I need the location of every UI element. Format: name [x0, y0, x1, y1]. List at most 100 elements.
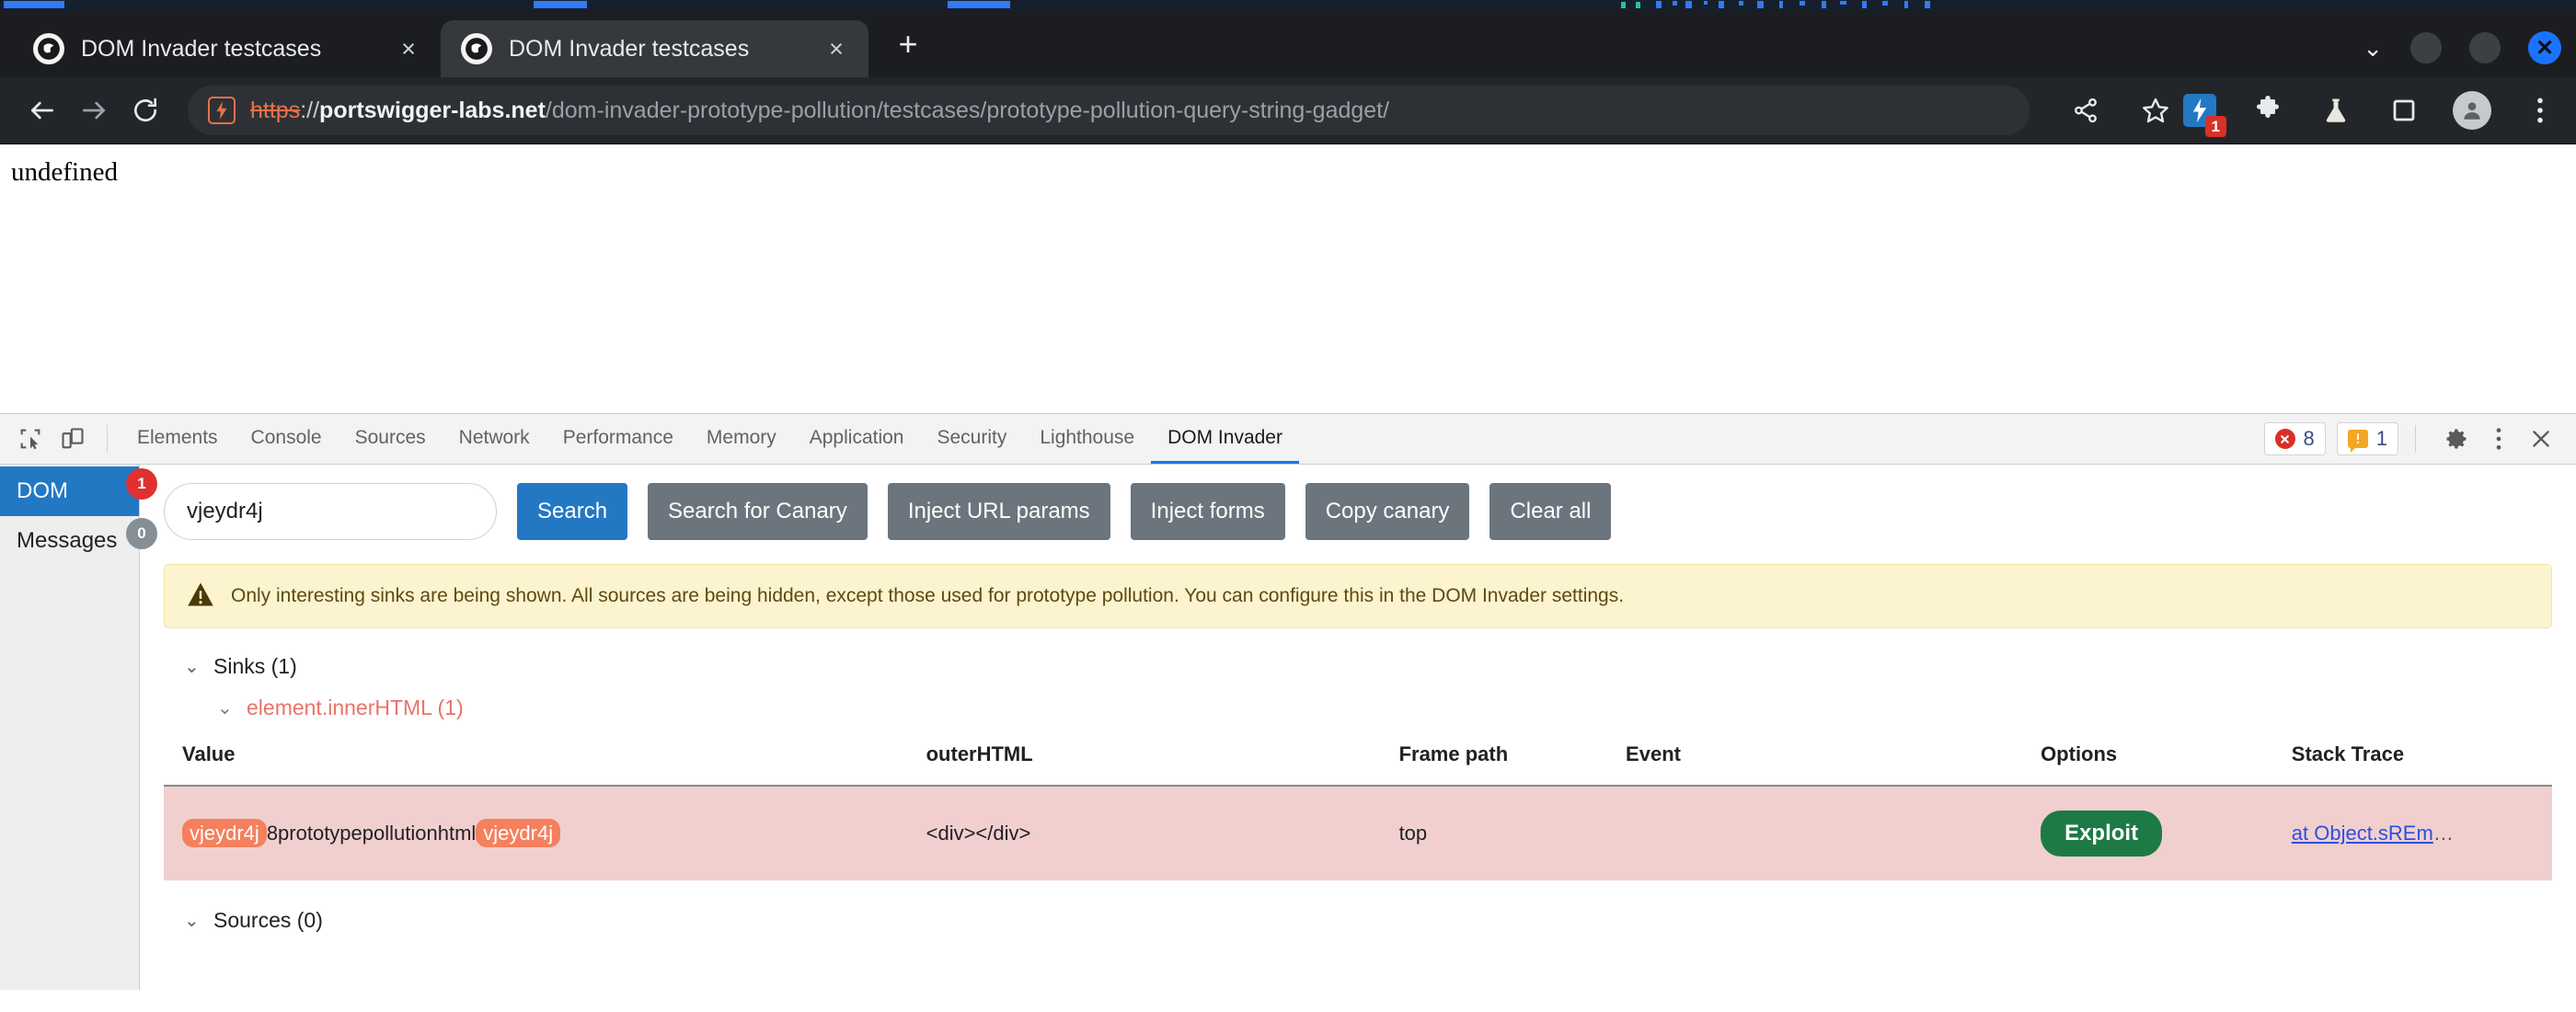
extensions-puzzle-icon[interactable] [2248, 91, 2287, 130]
page-viewport: undefined [0, 144, 2576, 413]
tab-elements[interactable]: Elements [121, 414, 235, 464]
chevron-down-icon[interactable]: ⌄ [184, 909, 201, 932]
tab-label: Console [250, 426, 322, 448]
inject-forms-button[interactable]: Inject forms [1130, 483, 1285, 540]
cell-frame-path: top [1398, 822, 1428, 845]
minimize-button[interactable] [2410, 32, 2442, 63]
warning-icon [2347, 430, 2368, 453]
sources-group-header[interactable]: ⌄ Sources (0) [164, 908, 2552, 933]
inject-url-params-button[interactable]: Inject URL params [887, 483, 1110, 540]
dom-invader-body: DOM 1 Messages 0 Search Search for Canar… [0, 465, 2576, 990]
warning-triangle-icon [187, 581, 214, 612]
tab-sources[interactable]: Sources [339, 414, 443, 464]
sidebar-item-dom[interactable]: DOM 1 [0, 466, 157, 516]
url-separator: :// [300, 97, 320, 123]
error-count: 8 [2303, 427, 2315, 450]
dom-invader-main: Search Search for Canary Inject URL para… [140, 465, 2576, 990]
exploit-button[interactable]: Exploit [2041, 811, 2163, 857]
browser-tab-2[interactable]: DOM Invader testcases × [441, 20, 868, 77]
column-header-value: Value [182, 742, 236, 765]
sink-group-label: element.innerHTML (1) [247, 696, 464, 719]
tab-label: Network [458, 426, 530, 448]
column-header-event: Event [1626, 742, 1681, 765]
sinks-group-header[interactable]: ⌄ Sinks (1) [164, 654, 2552, 679]
tab-application[interactable]: Application [793, 414, 921, 464]
share-icon[interactable] [2066, 91, 2105, 130]
burp-badge-count: 1 [2204, 115, 2226, 137]
sidebar-item-messages[interactable]: Messages 0 [0, 516, 157, 566]
tab-title: DOM Invader testcases [509, 35, 750, 62]
column-header-outerhtml: outerHTML [926, 742, 1033, 765]
tab-performance[interactable]: Performance [546, 414, 690, 464]
close-window-button[interactable]: ✕ [2528, 31, 2561, 64]
error-icon [2274, 429, 2295, 449]
tab-strip: DOM Invader testcases × DOM Invader test… [0, 11, 2576, 77]
canary-highlight: vjeydr4j [476, 819, 561, 847]
omnibox[interactable]: https://portswigger-labs.net/dom-invader… [188, 86, 2030, 135]
sources-group-label: Sources (0) [213, 908, 323, 932]
chevron-down-icon[interactable]: ⌄ [2363, 36, 2383, 60]
tab-memory[interactable]: Memory [690, 414, 793, 464]
browser-tab-1[interactable]: DOM Invader testcases × [13, 20, 441, 77]
tab-label: Application [809, 426, 904, 448]
tab-label: DOM Invader [1167, 426, 1282, 448]
tab-label: Lighthouse [1040, 426, 1135, 448]
table-header-row: Value outerHTML Frame path Event Options… [164, 742, 2552, 786]
tab-label: Memory [706, 426, 776, 448]
divider [2415, 425, 2416, 453]
close-icon[interactable]: × [821, 36, 852, 62]
chevron-down-icon[interactable]: ⌄ [184, 655, 201, 678]
side-panel-icon[interactable] [2385, 91, 2423, 130]
warning-count-badge[interactable]: 1 [2336, 422, 2398, 455]
browser-chrome: DOM Invader testcases × DOM Invader test… [0, 11, 2576, 144]
portswigger-icon [461, 33, 492, 64]
devtools-close-icon[interactable] [2523, 420, 2559, 457]
tab-title: DOM Invader testcases [81, 35, 322, 62]
canary-search-input[interactable] [164, 483, 497, 540]
tab-console[interactable]: Console [235, 414, 339, 464]
burp-extension-icon[interactable]: 1 [2180, 91, 2226, 137]
column-header-frame-path: Frame path [1398, 742, 1509, 765]
maximize-button[interactable] [2469, 32, 2501, 63]
devtools-more-icon[interactable] [2480, 420, 2517, 457]
page-body-text: undefined [11, 157, 118, 187]
profile-avatar-icon[interactable] [2453, 91, 2491, 130]
search-for-canary-button[interactable]: Search for Canary [648, 483, 868, 540]
device-toolbar-icon[interactable] [52, 418, 94, 460]
search-button[interactable]: Search [517, 483, 628, 540]
close-icon[interactable]: × [393, 36, 424, 62]
not-secure-warning-icon[interactable] [208, 97, 236, 124]
tab-dom-invader[interactable]: DOM Invader [1151, 414, 1299, 464]
tab-lighthouse[interactable]: Lighthouse [1023, 414, 1151, 464]
devtools-status-area: 8 1 [2253, 420, 2576, 457]
tab-security[interactable]: Security [920, 414, 1023, 464]
forward-button[interactable] [68, 85, 120, 136]
reload-button[interactable] [120, 85, 171, 136]
bookmark-star-icon[interactable] [2136, 91, 2175, 130]
chrome-menu-icon[interactable] [2521, 91, 2559, 130]
chevron-down-icon[interactable]: ⌄ [217, 696, 234, 719]
inspect-element-icon[interactable] [9, 418, 52, 460]
results-tree: ⌄ Sinks (1) ⌄ element.innerHTML (1) Valu… [164, 654, 2552, 933]
devtools-tabs: Elements Console Sources Network Perform… [121, 414, 1299, 464]
sink-group-inner-html[interactable]: ⌄ element.innerHTML (1) [164, 696, 2552, 720]
new-tab-button[interactable]: + [889, 28, 927, 61]
value-plain-text: 8prototypepollutionhtml [266, 822, 477, 845]
clear-all-button[interactable]: Clear all [1489, 483, 1612, 540]
lab-flask-icon[interactable] [2317, 91, 2355, 130]
copy-canary-button[interactable]: Copy canary [1305, 483, 1470, 540]
settings-gear-icon[interactable] [2438, 420, 2475, 457]
dom-badge-count: 1 [126, 468, 157, 500]
devtools-tab-bar: Elements Console Sources Network Perform… [0, 414, 2576, 465]
table-row[interactable]: vjeydr4j 8prototypepollutionhtml vjeydr4j … [164, 786, 2552, 880]
settings-warning-banner: Only interesting sinks are being shown. … [164, 564, 2552, 628]
tab-network[interactable]: Network [443, 414, 546, 464]
error-count-badge[interactable]: 8 [2263, 422, 2326, 455]
tab-label: Sources [354, 426, 426, 448]
tab-label: Security [937, 426, 1007, 448]
sinks-table: Value outerHTML Frame path Event Options… [164, 742, 2552, 880]
cell-value: vjeydr4j 8prototypepollutionhtml vjeydr4j [164, 786, 926, 880]
back-button[interactable] [17, 85, 68, 136]
messages-badge-count: 0 [126, 518, 157, 549]
stack-trace-link[interactable]: at Object.sREm [2292, 822, 2433, 845]
